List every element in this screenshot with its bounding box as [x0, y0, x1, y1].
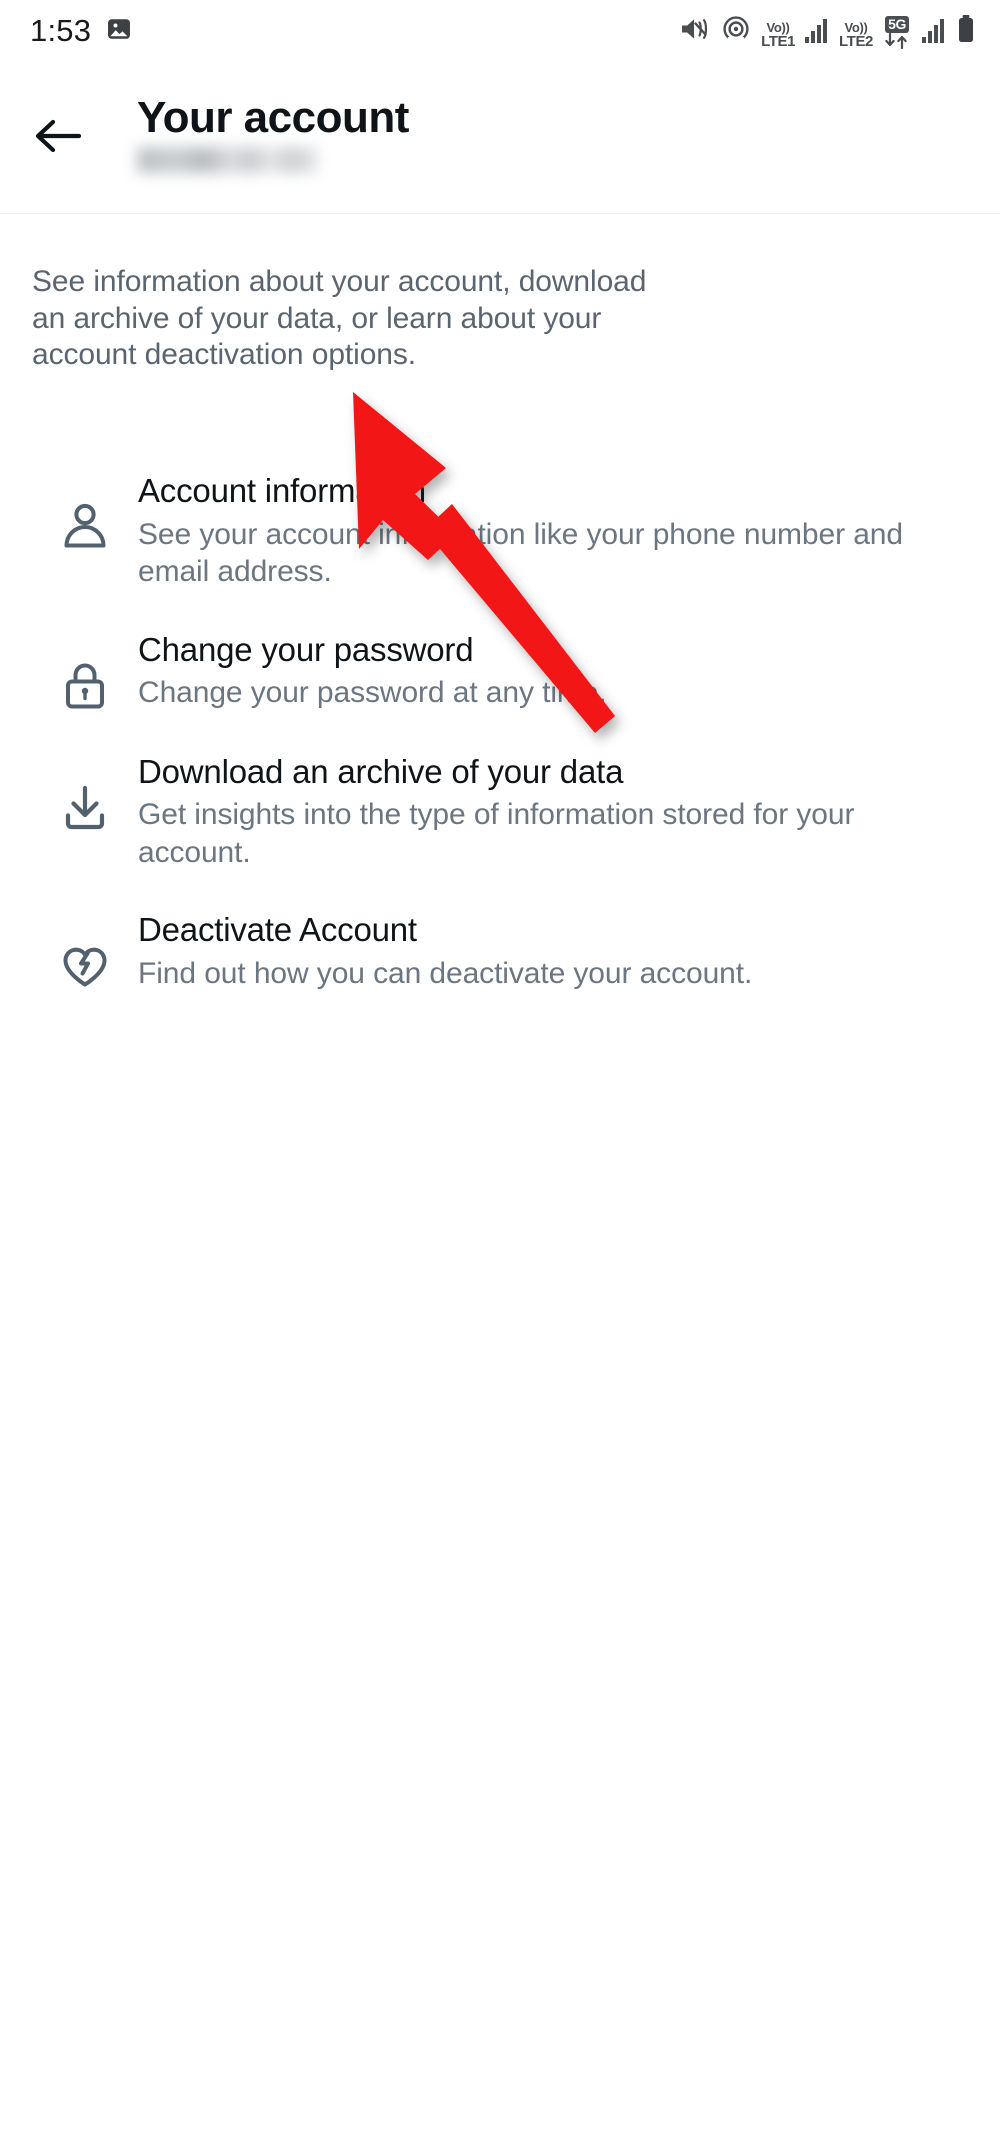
list-item-subtitle: Change your password at any time.: [138, 676, 607, 710]
broken-heart-icon: [32, 909, 138, 993]
app-header: Your account: [0, 62, 1000, 214]
list-item-subtitle: Get insights into the type of informatio…: [138, 798, 855, 869]
settings-list: Account information See your account inf…: [0, 470, 1000, 1031]
data-transfer-arrows-icon: [885, 32, 907, 49]
lock-icon: [32, 629, 138, 713]
image-icon: [105, 15, 133, 48]
screen-root: 1:53 Vo)) LTE1 Vo)) LTE2 5G Your account…: [0, 0, 1000, 2144]
page-description: See information about your account, down…: [32, 265, 647, 372]
back-button[interactable]: [30, 110, 86, 166]
list-item-account-information[interactable]: Account information See your account inf…: [0, 470, 1000, 591]
list-item-text: Deactivate Account Find out how you can …: [138, 909, 976, 993]
list-item-title: Account information: [138, 472, 426, 509]
list-item-text: Change your password Change your passwor…: [138, 629, 976, 713]
person-icon: [32, 470, 138, 591]
status-bar-clock: 1:53: [30, 13, 92, 48]
list-item-text: Download an archive of your data Get ins…: [138, 751, 976, 872]
list-item-download-archive[interactable]: Download an archive of your data Get ins…: [0, 751, 1000, 872]
signal-bars-1-icon: [804, 16, 830, 49]
list-item-subtitle: Find out how you can deactivate your acc…: [138, 956, 753, 990]
volte1-icon: Vo)) LTE1: [761, 19, 796, 50]
list-item-deactivate-account[interactable]: Deactivate Account Find out how you can …: [0, 909, 1000, 993]
page-title: Your account: [137, 93, 409, 142]
header-title-group: Your account: [137, 90, 409, 173]
battery-icon: [956, 14, 976, 49]
list-item-text: Account information See your account inf…: [138, 470, 976, 591]
volte2-icon: Vo)) LTE2: [839, 19, 873, 50]
list-item-change-password[interactable]: Change your password Change your passwor…: [0, 629, 1000, 713]
hotspot-icon: [720, 14, 752, 49]
status-bar: 1:53 Vo)) LTE1 Vo)) LTE2 5G: [0, 0, 1000, 62]
status-bar-right: Vo)) LTE1 Vo)) LTE2 5G: [679, 14, 976, 49]
status-bar-left: 1:53: [30, 13, 133, 49]
5g-data-icon: 5G: [882, 15, 912, 49]
download-icon: [32, 751, 138, 872]
back-arrow-icon: [33, 114, 83, 163]
mute-vibrate-icon: [679, 14, 711, 49]
account-handle-redacted: [137, 147, 317, 173]
list-item-title: Deactivate Account: [138, 911, 417, 949]
list-item-subtitle: See your account information like your p…: [138, 517, 903, 589]
list-item-title: Download an archive of your data: [138, 752, 624, 790]
signal-bars-2-icon: [921, 16, 947, 49]
list-item-title: Change your password: [138, 630, 474, 668]
